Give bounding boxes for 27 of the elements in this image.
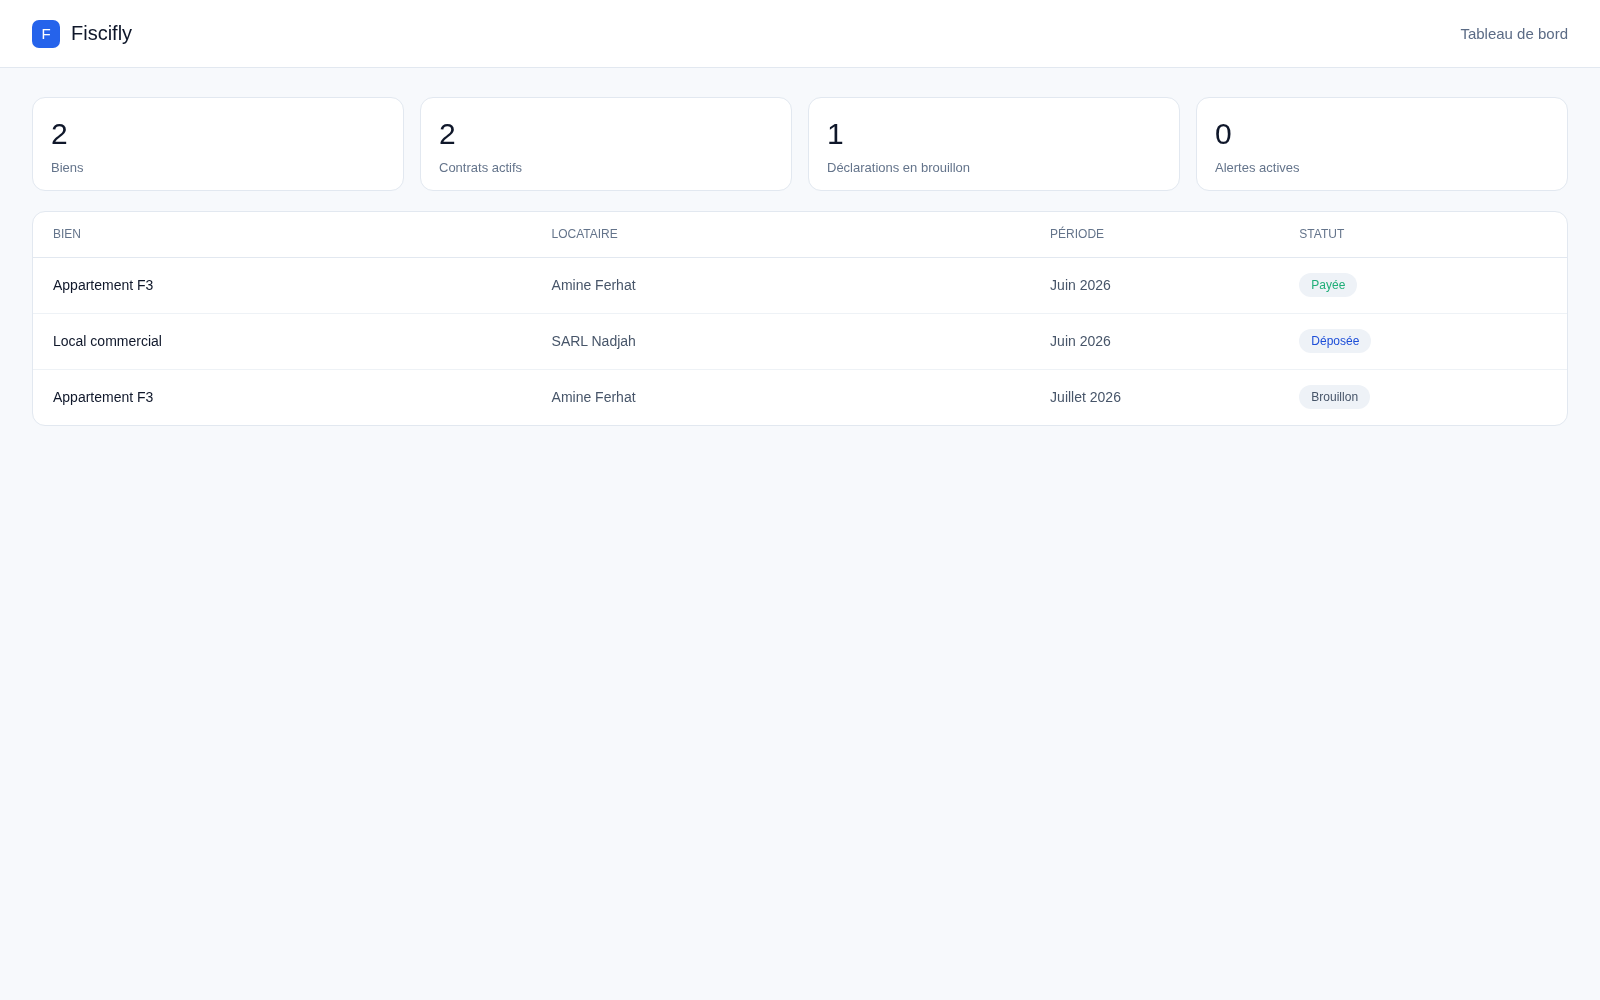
status-badge: Brouillon <box>1299 385 1371 410</box>
column-header: LOCATAIRE <box>531 212 1031 257</box>
table-cell: Juin 2026 <box>1030 257 1280 313</box>
table-cell: Appartement F3 <box>33 257 532 313</box>
stat-value: 2 <box>51 116 68 152</box>
table-cell: Local commercial <box>33 313 532 369</box>
table-cell: Amine Ferhat <box>531 369 1031 425</box>
stat-value: 0 <box>1215 116 1232 152</box>
nav-link[interactable]: Tableau de bord <box>1460 25 1568 42</box>
column-header: STATUT <box>1279 212 1567 257</box>
table-cell: Juillet 2026 <box>1030 369 1280 425</box>
logo-tile: F <box>32 19 60 48</box>
stat-value: 1 <box>827 116 844 152</box>
table-cell: Amine Ferhat <box>531 257 1031 313</box>
status-badge: Payée <box>1299 273 1358 297</box>
table-cell: SARL Nadjah <box>531 313 1031 369</box>
stat-label: Contrats actifs <box>439 160 523 175</box>
table-cell: Juin 2026 <box>1030 313 1280 369</box>
table-cell: Appartement F3 <box>33 369 532 425</box>
column-header: BIEN <box>33 212 532 257</box>
stat-label: Biens <box>51 160 84 175</box>
stat-label: Déclarations en brouillon <box>827 160 971 175</box>
column-header: PÉRIODE <box>1030 212 1280 257</box>
stat-label: Alertes actives <box>1215 160 1300 175</box>
status-badge: Déposée <box>1299 329 1372 353</box>
app-name: Fiscifly <box>71 22 133 45</box>
stat-value: 2 <box>439 116 456 152</box>
